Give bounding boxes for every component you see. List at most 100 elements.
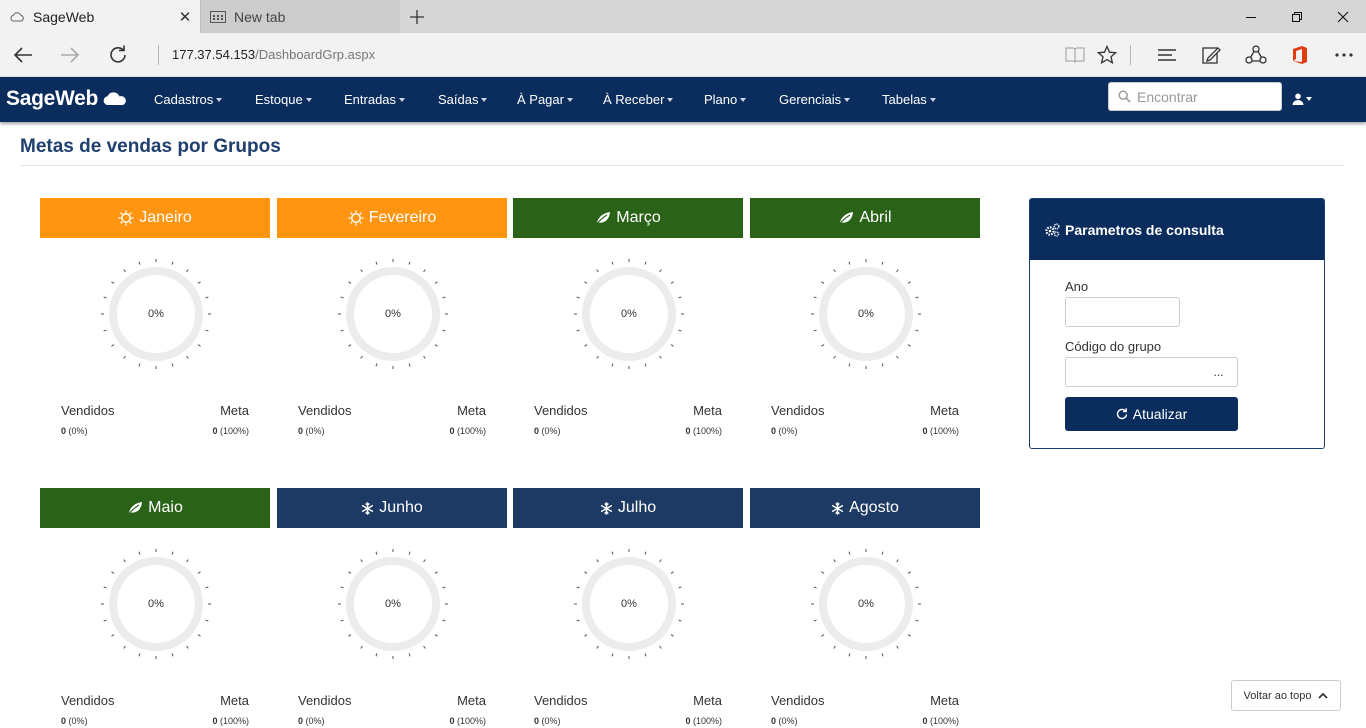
month-header: Julho	[513, 488, 743, 528]
goal-label: Meta	[693, 693, 722, 708]
menu-estoque[interactable]: Estoque	[255, 77, 312, 122]
update-button[interactable]: Atualizar	[1065, 397, 1238, 431]
leaf-icon	[838, 211, 854, 225]
goal-label: Meta	[457, 693, 486, 708]
year-label: Ano	[1065, 279, 1089, 294]
snowflake-icon	[361, 501, 374, 515]
menu-plano[interactable]: Plano	[704, 77, 747, 122]
toolbar-divider	[1130, 45, 1131, 65]
goal-amount: 0	[212, 716, 218, 726]
gauge-percent: 0%	[385, 308, 401, 320]
caret-down-icon	[305, 97, 312, 102]
caret-down-icon	[481, 97, 488, 102]
month-card-maio: Maio 0% Vendidos Meta 0 (0%) 0 (100%)	[40, 488, 270, 726]
title-divider	[20, 165, 1344, 166]
close-icon[interactable]: ✕	[170, 8, 200, 26]
goal-percent: (100%)	[219, 426, 249, 436]
more-options-icon[interactable]	[1329, 40, 1359, 70]
reading-view-icon[interactable]	[1060, 40, 1090, 70]
group-code-field[interactable]	[1065, 357, 1201, 387]
tab-title: SageWeb	[33, 8, 95, 25]
menu-label: À Receber	[603, 92, 665, 107]
gauge-percent: 0%	[858, 598, 874, 610]
caret-down-icon	[740, 97, 747, 102]
month-header: Maio	[40, 488, 270, 528]
month-card-julho: Julho 0% Vendidos Meta 0 (0%) 0 (100%)	[513, 488, 743, 726]
search-icon	[1118, 90, 1131, 103]
menu-label: Gerenciais	[779, 92, 842, 107]
goal-value: 0 (100%)	[449, 716, 486, 726]
leaf-icon	[595, 211, 611, 225]
brand-logo[interactable]: SageWeb	[6, 86, 128, 112]
sold-amount: 0	[61, 426, 67, 436]
menu-cadastros[interactable]: Cadastros	[154, 77, 223, 122]
menu-entradas[interactable]: Entradas	[344, 77, 406, 122]
sold-label: Vendidos	[534, 693, 588, 708]
month-header: Agosto	[750, 488, 980, 528]
sold-amount: 0	[771, 716, 777, 726]
share-icon[interactable]	[1241, 40, 1271, 70]
sold-value: 0 (0%)	[61, 426, 88, 436]
sun-icon	[118, 210, 134, 226]
new-tab-plus-icon[interactable]	[402, 0, 432, 33]
sold-amount: 0	[298, 716, 304, 726]
goal-label: Meta	[930, 403, 959, 418]
hub-icon[interactable]	[1152, 40, 1182, 70]
search-input[interactable]	[1137, 88, 1272, 105]
user-icon	[1292, 93, 1304, 105]
user-menu[interactable]	[1292, 89, 1312, 109]
month-name: Maio	[148, 499, 183, 516]
month-name: Abril	[859, 209, 892, 226]
menu-saidas[interactable]: Saídas	[438, 77, 488, 122]
menu-label: Tabelas	[882, 92, 927, 107]
goal-label: Meta	[220, 693, 249, 708]
menu-label: Cadastros	[154, 92, 214, 107]
caret-down-icon	[216, 97, 223, 102]
back-arrow-icon[interactable]	[8, 40, 38, 70]
month-card-fevereiro: Fevereiro 0% Vendidos Meta 0 (0%) 0 (100%)	[277, 198, 507, 436]
url-host: 177.37.54.153	[172, 47, 256, 62]
back-to-top-button[interactable]: Voltar ao topo	[1231, 680, 1341, 711]
sold-value: 0 (0%)	[534, 716, 561, 726]
restore-icon[interactable]	[1274, 0, 1320, 33]
sold-label: Vendidos	[61, 403, 115, 418]
sold-amount: 0	[771, 426, 777, 436]
url-field[interactable]: 177.37.54.153/DashboardGrp.aspx	[158, 45, 375, 65]
snowflake-icon	[831, 501, 844, 515]
brand-name: SageWeb	[6, 87, 99, 110]
month-card-marco: Março 0% Vendidos Meta 0 (0%) 0 (100%)	[513, 198, 743, 436]
goal-amount: 0	[922, 426, 928, 436]
sold-value: 0 (0%)	[298, 426, 325, 436]
month-name: Junho	[379, 499, 423, 516]
sold-percent: (0%)	[778, 716, 798, 726]
close-window-icon[interactable]	[1320, 0, 1366, 33]
goal-value: 0 (100%)	[685, 426, 722, 436]
menu-a-receber[interactable]: À Receber	[603, 77, 674, 122]
favorite-star-icon[interactable]	[1092, 40, 1122, 70]
caret-down-icon	[399, 97, 406, 102]
month-header: Março	[513, 198, 743, 238]
sold-amount: 0	[61, 716, 67, 726]
leaf-icon	[127, 501, 143, 515]
web-note-icon[interactable]	[1196, 40, 1226, 70]
tab-sageweb[interactable]: SageWeb ✕	[0, 0, 200, 33]
goal-label: Meta	[930, 693, 959, 708]
group-code-label: Código do grupo	[1065, 339, 1162, 354]
year-field[interactable]	[1065, 297, 1180, 327]
sold-amount: 0	[534, 716, 540, 726]
refresh-icon[interactable]	[103, 40, 133, 70]
month-card-janeiro: Janeiro 0% Vendidos Meta 0 (0%) 0 (100%)	[40, 198, 270, 436]
menu-tabelas[interactable]: Tabelas	[882, 77, 936, 122]
gauge-percent: 0%	[858, 308, 874, 320]
goal-percent: (100%)	[219, 716, 249, 726]
menu-gerenciais[interactable]: Gerenciais	[779, 77, 851, 122]
month-name: Fevereiro	[368, 209, 437, 226]
tab-new-tab[interactable]: New tab	[200, 0, 400, 33]
menu-a-pagar[interactable]: À Pagar	[517, 77, 573, 122]
month-card-abril: Abril 0% Vendidos Meta 0 (0%) 0 (100%)	[750, 198, 980, 436]
office-icon[interactable]	[1285, 40, 1315, 70]
month-card-junho: Junho 0% Vendidos Meta 0 (0%) 0 (100%)	[277, 488, 507, 726]
minimize-icon[interactable]	[1228, 0, 1274, 33]
forward-arrow-icon[interactable]	[55, 40, 85, 70]
group-lookup-button[interactable]: ...	[1200, 357, 1238, 387]
